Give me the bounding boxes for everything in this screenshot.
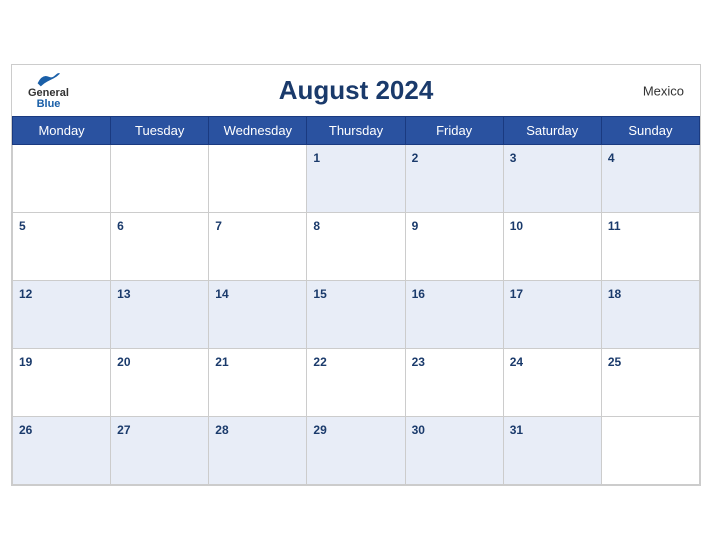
day-number-23: 23 — [412, 355, 425, 369]
calendar-week-5: 26 27 28 29 30 31 — [13, 417, 700, 485]
day-number-14: 14 — [215, 287, 228, 301]
day-number-5: 5 — [19, 219, 26, 233]
calendar-day-14: 14 — [209, 281, 307, 349]
calendar-day-21: 21 — [209, 349, 307, 417]
day-number-11: 11 — [608, 219, 621, 233]
day-number-18: 18 — [608, 287, 621, 301]
weekday-sunday: Sunday — [601, 117, 699, 145]
calendar-day-15: 15 — [307, 281, 405, 349]
day-number-20: 20 — [117, 355, 130, 369]
calendar-day-12: 12 — [13, 281, 111, 349]
calendar-day-27: 27 — [111, 417, 209, 485]
calendar-week-3: 12 13 14 15 16 17 18 — [13, 281, 700, 349]
calendar-day-22: 22 — [307, 349, 405, 417]
day-number-16: 16 — [412, 287, 425, 301]
day-number-3: 3 — [510, 151, 517, 165]
calendar-day-25: 25 — [601, 349, 699, 417]
calendar-day-4: 4 — [601, 145, 699, 213]
calendar-day-9: 9 — [405, 213, 503, 281]
calendar-day-29: 29 — [307, 417, 405, 485]
calendar-day-10: 10 — [503, 213, 601, 281]
day-number-15: 15 — [313, 287, 326, 301]
weekday-saturday: Saturday — [503, 117, 601, 145]
day-number-1: 1 — [313, 151, 320, 165]
calendar-empty-cell — [13, 145, 111, 213]
calendar-header: General Blue August 2024 Mexico — [12, 65, 700, 116]
day-number-2: 2 — [412, 151, 419, 165]
day-number-7: 7 — [215, 219, 222, 233]
day-number-27: 27 — [117, 423, 130, 437]
day-number-26: 26 — [19, 423, 32, 437]
calendar-day-19: 19 — [13, 349, 111, 417]
weekday-thursday: Thursday — [307, 117, 405, 145]
calendar-week-4: 19 20 21 22 23 24 25 — [13, 349, 700, 417]
day-number-9: 9 — [412, 219, 419, 233]
calendar-day-26: 26 — [13, 417, 111, 485]
day-number-22: 22 — [313, 355, 326, 369]
weekday-header-row: Monday Tuesday Wednesday Thursday Friday… — [13, 117, 700, 145]
calendar-week-1: 1 2 3 4 — [13, 145, 700, 213]
weekday-wednesday: Wednesday — [209, 117, 307, 145]
logo-blue-text: Blue — [37, 99, 61, 110]
weekday-friday: Friday — [405, 117, 503, 145]
day-number-6: 6 — [117, 219, 124, 233]
calendar-table: Monday Tuesday Wednesday Thursday Friday… — [12, 116, 700, 485]
day-number-28: 28 — [215, 423, 228, 437]
day-number-30: 30 — [412, 423, 425, 437]
calendar-empty-cell — [209, 145, 307, 213]
calendar-day-1: 1 — [307, 145, 405, 213]
calendar-day-17: 17 — [503, 281, 601, 349]
calendar-day-3: 3 — [503, 145, 601, 213]
day-number-12: 12 — [19, 287, 32, 301]
weekday-monday: Monday — [13, 117, 111, 145]
day-number-4: 4 — [608, 151, 615, 165]
calendar-day-28: 28 — [209, 417, 307, 485]
calendar-day-16: 16 — [405, 281, 503, 349]
calendar-day-23: 23 — [405, 349, 503, 417]
weekday-tuesday: Tuesday — [111, 117, 209, 145]
logo-bird-icon — [36, 72, 60, 88]
calendar-empty-cell — [601, 417, 699, 485]
calendar-empty-cell — [111, 145, 209, 213]
calendar-day-31: 31 — [503, 417, 601, 485]
logo: General Blue — [28, 72, 69, 110]
day-number-19: 19 — [19, 355, 32, 369]
calendar-week-2: 5 6 7 8 9 10 11 — [13, 213, 700, 281]
calendar-container: General Blue August 2024 Mexico Monday T… — [11, 64, 701, 486]
calendar-day-6: 6 — [111, 213, 209, 281]
calendar-day-13: 13 — [111, 281, 209, 349]
day-number-17: 17 — [510, 287, 523, 301]
day-number-10: 10 — [510, 219, 523, 233]
day-number-31: 31 — [510, 423, 523, 437]
day-number-29: 29 — [313, 423, 326, 437]
calendar-day-5: 5 — [13, 213, 111, 281]
calendar-day-24: 24 — [503, 349, 601, 417]
calendar-day-8: 8 — [307, 213, 405, 281]
day-number-21: 21 — [215, 355, 228, 369]
calendar-title: August 2024 — [279, 75, 434, 106]
day-number-8: 8 — [313, 219, 320, 233]
day-number-25: 25 — [608, 355, 621, 369]
day-number-13: 13 — [117, 287, 130, 301]
day-number-24: 24 — [510, 355, 523, 369]
calendar-day-11: 11 — [601, 213, 699, 281]
calendar-day-7: 7 — [209, 213, 307, 281]
calendar-day-2: 2 — [405, 145, 503, 213]
calendar-day-30: 30 — [405, 417, 503, 485]
country-label: Mexico — [643, 83, 684, 98]
calendar-day-18: 18 — [601, 281, 699, 349]
calendar-day-20: 20 — [111, 349, 209, 417]
